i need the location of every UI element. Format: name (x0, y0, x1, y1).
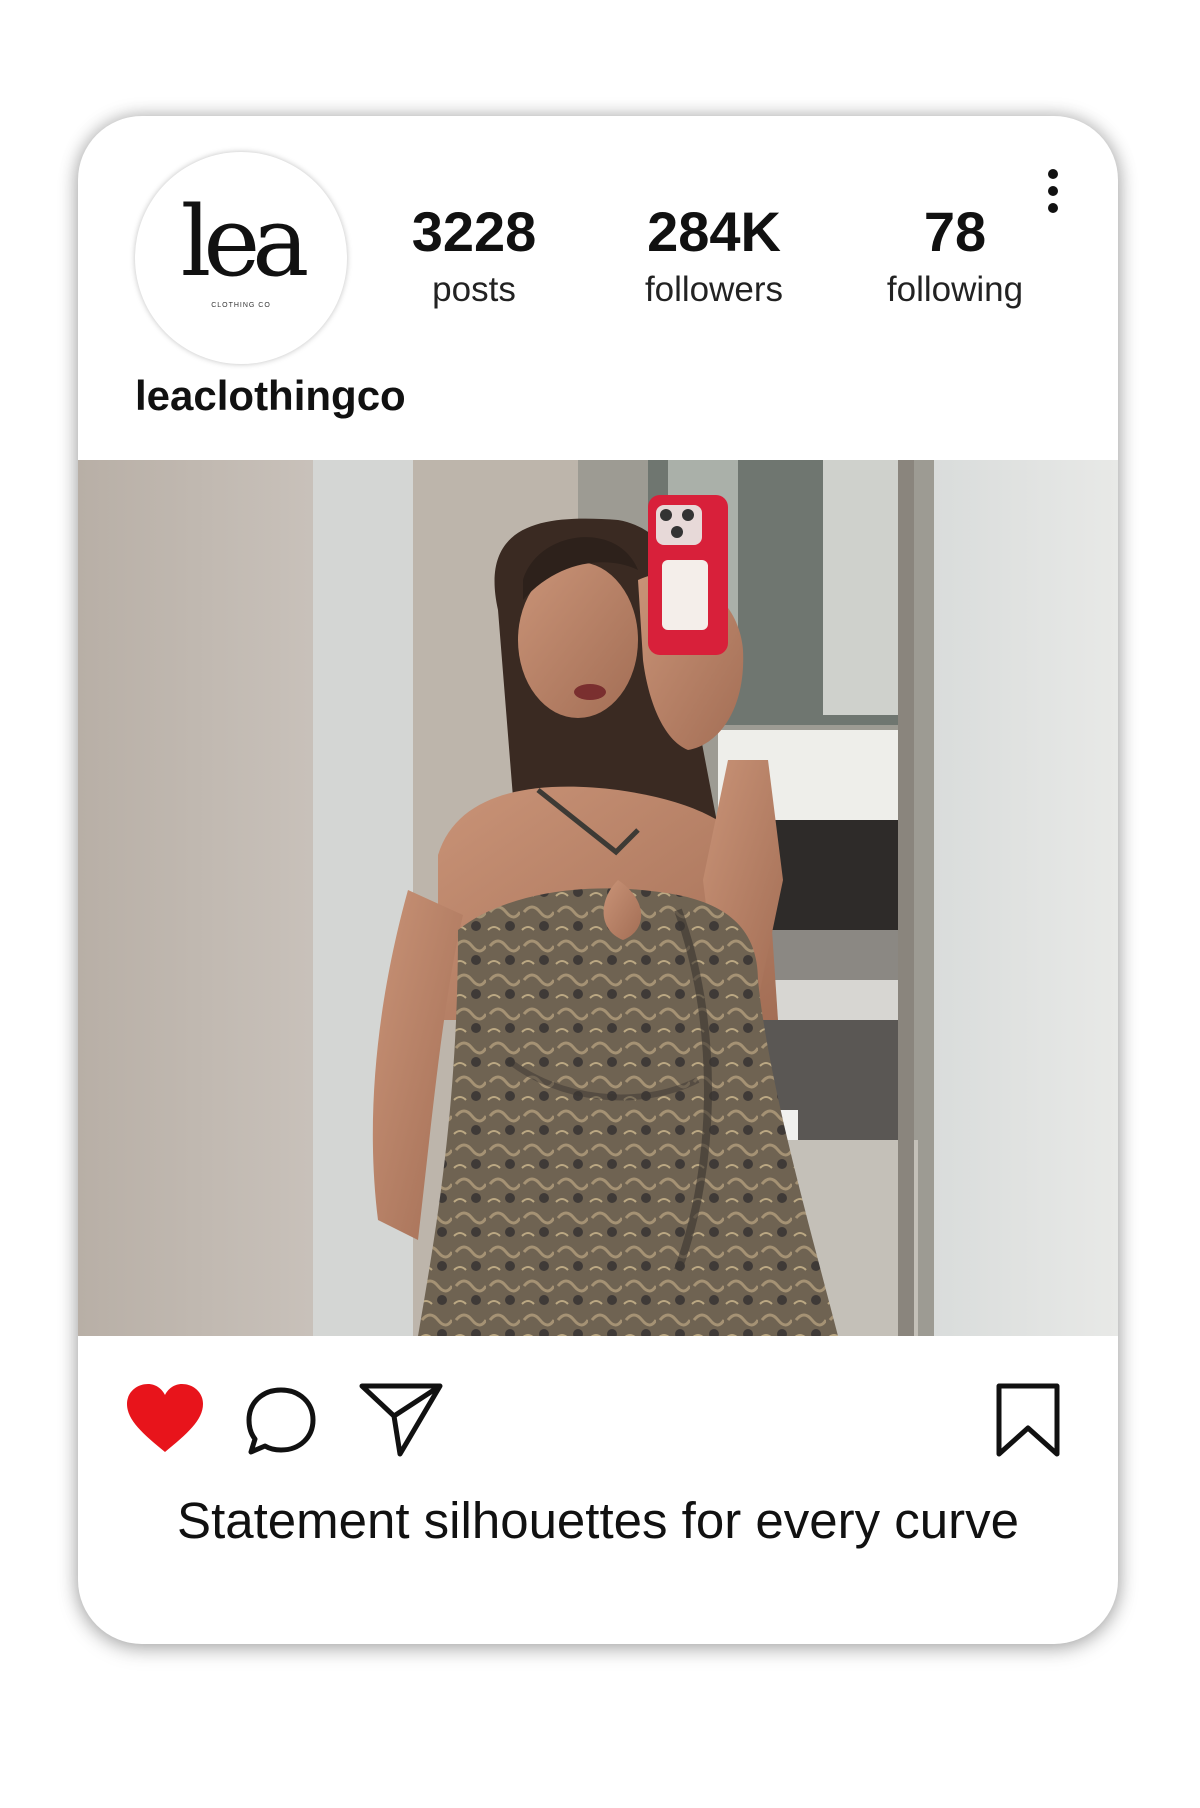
posts-label: posts (432, 270, 516, 309)
post-photo[interactable] (78, 460, 1118, 1336)
username[interactable]: leaclothingco (135, 372, 406, 420)
stat-followers[interactable]: 284K followers (624, 200, 804, 309)
posts-count: 3228 (411, 200, 537, 263)
following-count: 78 (923, 200, 987, 263)
brand-logo-subtext: CLOTHING CO (211, 302, 271, 309)
more-vertical-icon[interactable] (1043, 168, 1063, 214)
following-label: following (886, 270, 1024, 309)
followers-label: followers (644, 270, 784, 309)
brand-logo: lea (180, 186, 310, 298)
post-caption: Statement silhouettes for every curve (177, 1492, 1019, 1549)
bookmark-icon[interactable] (993, 1382, 1063, 1458)
stat-posts[interactable]: 3228 posts (384, 200, 564, 309)
post-card: lea CLOTHING CO 3228 posts 284K follower… (78, 116, 1118, 1644)
avatar[interactable]: lea CLOTHING CO (135, 152, 347, 364)
heart-icon[interactable] (123, 1382, 207, 1456)
paper-plane-icon[interactable] (358, 1380, 444, 1460)
comment-bubble-icon[interactable] (243, 1384, 319, 1460)
followers-count: 284K (647, 200, 781, 263)
stat-following[interactable]: 78 following (865, 200, 1045, 309)
